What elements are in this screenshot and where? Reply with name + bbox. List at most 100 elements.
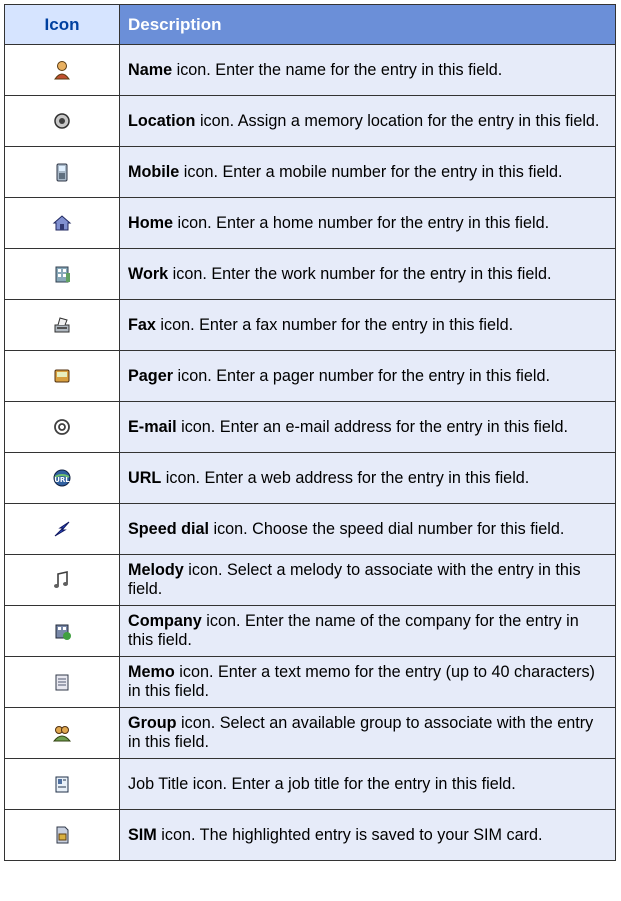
description-cell: Memo icon. Enter a text memo for the ent… xyxy=(119,656,616,708)
icon-name: Location xyxy=(128,111,196,130)
icon-name: Name xyxy=(128,60,173,79)
table-row: Memo icon. Enter a text memo for the ent… xyxy=(4,656,616,708)
icon-name: Mobile xyxy=(128,162,180,181)
icon-description: icon. Select a melody to associate with … xyxy=(128,561,581,598)
icon-cell xyxy=(4,401,120,453)
table-row: Fax icon. Enter a fax number for the ent… xyxy=(4,299,616,351)
icon-description: icon. The highlighted entry is saved to … xyxy=(156,825,543,844)
table-row: E-mail icon. Enter an e-mail address for… xyxy=(4,401,616,453)
group-icon xyxy=(51,722,73,744)
description-cell: Melody icon. Select a melody to associat… xyxy=(119,554,616,606)
description-cell: E-mail icon. Enter an e-mail address for… xyxy=(119,401,616,453)
icon-name: Group xyxy=(128,714,177,732)
description-cell: SIM icon. The highlighted entry is saved… xyxy=(119,809,616,861)
description-cell: Fax icon. Enter a fax number for the ent… xyxy=(119,299,616,351)
icon-description: icon. Enter an e-mail address for the en… xyxy=(176,417,568,436)
memo-icon xyxy=(51,671,73,693)
email-icon xyxy=(51,416,73,438)
icon-description: icon. Enter the name for the entry in th… xyxy=(172,60,503,79)
icon-cell xyxy=(4,809,120,861)
description-cell: Pager icon. Enter a pager number for the… xyxy=(119,350,616,402)
description-cell: Mobile icon. Enter a mobile number for t… xyxy=(119,146,616,198)
table-row: Job Title icon. Enter a job title for th… xyxy=(4,758,616,810)
icon-description: icon. Enter a web address for the entry … xyxy=(161,468,530,487)
fax-icon xyxy=(51,314,73,336)
icon-name: Melody xyxy=(128,561,184,579)
icon-description: icon. Enter a mobile number for the entr… xyxy=(179,162,563,181)
icon-column-header: Icon xyxy=(4,4,120,45)
icon-cell xyxy=(4,248,120,300)
name-icon xyxy=(51,59,73,81)
table-row: URL URL icon. Enter a web address for the… xyxy=(4,452,616,504)
icon-description-table: Icon Description Name icon. Enter the na… xyxy=(4,4,616,861)
pager-icon xyxy=(51,365,73,387)
url-icon: URL xyxy=(51,467,73,489)
job-title-icon xyxy=(51,773,73,795)
description-cell: Location icon. Assign a memory location … xyxy=(119,95,616,147)
icon-cell xyxy=(4,707,120,759)
icon-description: icon. Enter the work number for the entr… xyxy=(168,264,552,283)
melody-icon xyxy=(51,569,73,591)
icon-cell xyxy=(4,758,120,810)
icon-cell xyxy=(4,605,120,657)
icon-description: icon. Choose the speed dial number for t… xyxy=(208,519,565,538)
table-row: Melody icon. Select a melody to associat… xyxy=(4,554,616,606)
table-row: Location icon. Assign a memory location … xyxy=(4,95,616,147)
description-cell: Work icon. Enter the work number for the… xyxy=(119,248,616,300)
svg-text:URL: URL xyxy=(54,476,70,484)
table-row: Work icon. Enter the work number for the… xyxy=(4,248,616,300)
description-cell: URL icon. Enter a web address for the en… xyxy=(119,452,616,504)
icon-cell xyxy=(4,503,120,555)
icon-cell xyxy=(4,350,120,402)
icon-cell xyxy=(4,44,120,96)
speed-dial-icon xyxy=(51,518,73,540)
description-column-header: Description xyxy=(119,4,616,45)
table-body: Name icon. Enter the name for the entry … xyxy=(4,44,616,861)
description-cell: Name icon. Enter the name for the entry … xyxy=(119,44,616,96)
icon-description: icon. Enter a pager number for the entry… xyxy=(173,366,551,385)
icon-description: icon. Enter a text memo for the entry (u… xyxy=(128,663,595,700)
icon-name: Memo xyxy=(128,663,175,681)
icon-cell xyxy=(4,656,120,708)
icon-name: Fax xyxy=(128,315,156,334)
icon-description: icon. Enter a home number for the entry … xyxy=(172,213,550,232)
icon-cell xyxy=(4,554,120,606)
icon-name: URL xyxy=(128,468,162,487)
icon-cell xyxy=(4,299,120,351)
table-row: Mobile icon. Enter a mobile number for t… xyxy=(4,146,616,198)
mobile-icon xyxy=(51,161,73,183)
icon-name: Home xyxy=(128,213,173,232)
description-cell: Company icon. Enter the name of the comp… xyxy=(119,605,616,657)
icon-cell xyxy=(4,197,120,249)
icon-cell: URL xyxy=(4,452,120,504)
icon-description: Job Title icon. Enter a job title for th… xyxy=(128,774,516,793)
location-icon xyxy=(51,110,73,132)
icon-cell xyxy=(4,95,120,147)
icon-name: Speed dial xyxy=(128,519,209,538)
table-row: SIM icon. The highlighted entry is saved… xyxy=(4,809,616,861)
table-header-row: Icon Description xyxy=(4,4,616,45)
icon-name: E-mail xyxy=(128,417,177,436)
sim-icon xyxy=(51,824,73,846)
table-row: Name icon. Enter the name for the entry … xyxy=(4,44,616,96)
description-cell: Home icon. Enter a home number for the e… xyxy=(119,197,616,249)
description-cell: Speed dial icon. Choose the speed dial n… xyxy=(119,503,616,555)
icon-name: Company xyxy=(128,612,202,630)
icon-description: icon. Enter a fax number for the entry i… xyxy=(155,315,514,334)
table-row: Home icon. Enter a home number for the e… xyxy=(4,197,616,249)
icon-name: Pager xyxy=(128,366,173,385)
company-icon xyxy=(51,620,73,642)
icon-name: SIM xyxy=(128,825,157,844)
table-row: Company icon. Enter the name of the comp… xyxy=(4,605,616,657)
home-icon xyxy=(51,212,73,234)
table-row: Group icon. Select an available group to… xyxy=(4,707,616,759)
icon-cell xyxy=(4,146,120,198)
table-row: Pager icon. Enter a pager number for the… xyxy=(4,350,616,402)
icon-name: Work xyxy=(128,264,169,283)
icon-description: icon. Assign a memory location for the e… xyxy=(195,111,600,130)
icon-description: icon. Select an available group to assoc… xyxy=(128,714,594,751)
description-cell: Group icon. Select an available group to… xyxy=(119,707,616,759)
table-row: Speed dial icon. Choose the speed dial n… xyxy=(4,503,616,555)
description-cell: Job Title icon. Enter a job title for th… xyxy=(119,758,616,810)
work-icon xyxy=(51,263,73,285)
